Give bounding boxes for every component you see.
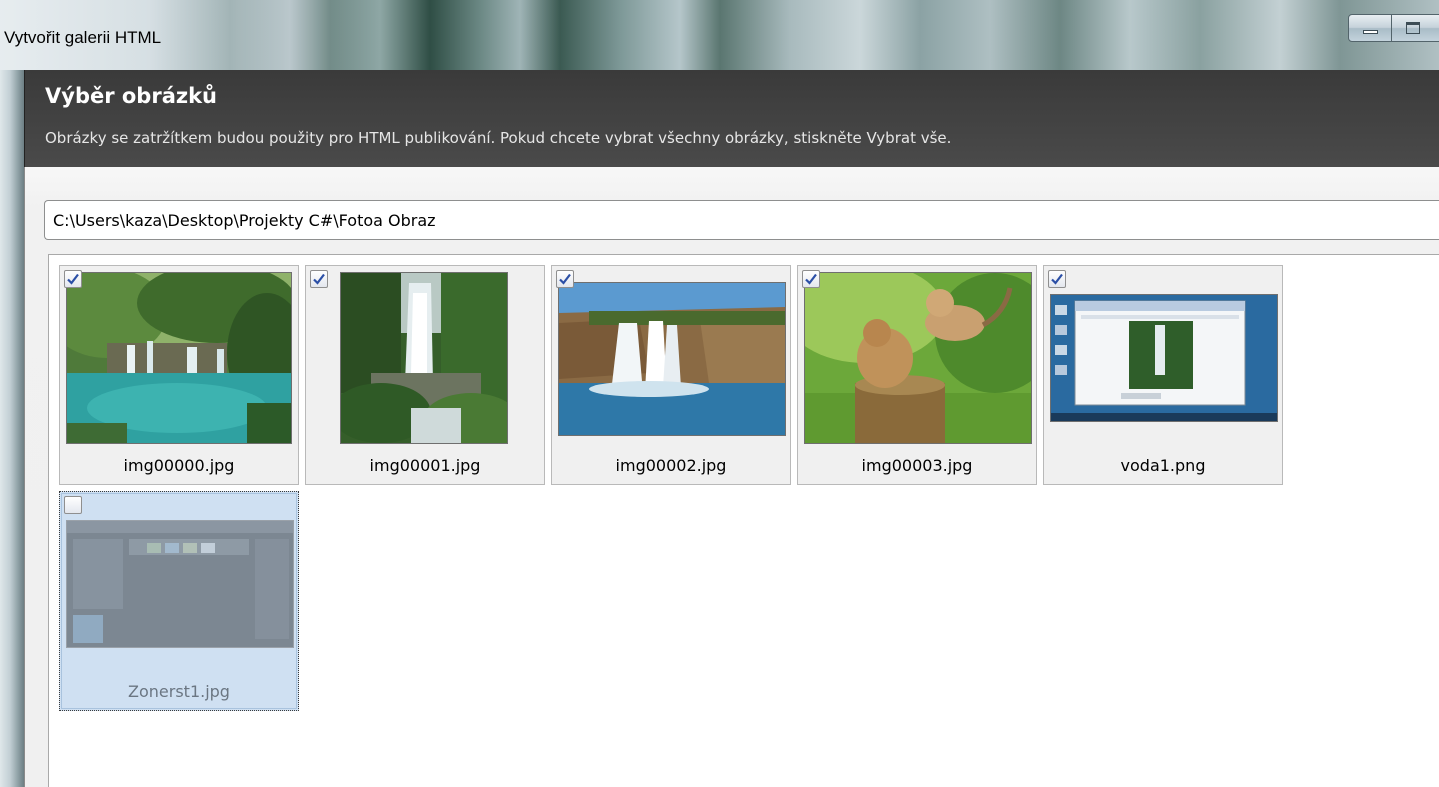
item-filename: img00003.jpg: [861, 456, 973, 475]
kittens-image: [805, 273, 1031, 443]
page-description: Obrázky se zatržítkem budou použity pro …: [45, 129, 952, 147]
item-filename: img00002.jpg: [615, 456, 727, 475]
page-title: Výběr obrázků: [45, 84, 218, 108]
thumbnail-image: [1050, 294, 1278, 422]
folder-path-field[interactable]: C:\Users\kaza\Desktop\Projekty C#\Fotoa …: [44, 200, 1439, 240]
thumbnail-image: [804, 272, 1032, 444]
item-filename: voda1.png: [1120, 456, 1206, 475]
gallery-item[interactable]: voda1.png: [1043, 265, 1283, 485]
window-title-bar[interactable]: Vytvořit galerii HTML: [0, 0, 1439, 71]
gallery-item[interactable]: img00001.jpg: [305, 265, 545, 485]
item-filename: Zonerst1.jpg: [128, 682, 230, 701]
maximize-icon: [1406, 22, 1420, 34]
item-checkbox[interactable]: [310, 270, 328, 288]
thumbnail-image: [558, 282, 786, 436]
checkmark-icon: [805, 273, 817, 285]
item-filename: img00001.jpg: [369, 456, 481, 475]
gallery-item[interactable]: Zonerst1.jpg: [59, 491, 299, 711]
item-checkbox[interactable]: [64, 496, 82, 514]
waterfall-lake-image: [67, 273, 291, 443]
window-title: Vytvořit galerii HTML: [4, 28, 162, 47]
item-checkbox[interactable]: [556, 270, 574, 288]
window-controls: [1348, 14, 1439, 44]
thumbnail-image: [66, 272, 292, 444]
checkmark-icon: [313, 273, 325, 285]
item-filename: img00000.jpg: [123, 456, 235, 475]
checkmark-icon: [559, 273, 571, 285]
item-checkbox[interactable]: [1048, 270, 1066, 288]
gallery-item[interactable]: img00002.jpg: [551, 265, 791, 485]
wizard-header: Výběr obrázků Obrázky se zatržítkem budo…: [24, 70, 1439, 167]
app-screenshot-image: [67, 521, 293, 647]
item-checkbox[interactable]: [64, 270, 82, 288]
checkmark-icon: [1051, 273, 1063, 285]
item-checkbox[interactable]: [802, 270, 820, 288]
gallery-item[interactable]: img00003.jpg: [797, 265, 1037, 485]
window-left-frame: [0, 70, 24, 787]
waterfall-cliff-image: [559, 283, 785, 435]
maximize-button[interactable]: [1392, 14, 1439, 42]
thumbnail-image: [340, 272, 508, 444]
gallery-item[interactable]: img00000.jpg: [59, 265, 299, 485]
folder-path-text: C:\Users\kaza\Desktop\Projekty C#\Fotoa …: [53, 211, 436, 230]
image-gallery[interactable]: img00000.jpg img00001.jpg img00002.jpg i…: [48, 254, 1439, 787]
minimize-button[interactable]: [1348, 14, 1392, 42]
minimize-icon: [1363, 30, 1378, 34]
waterfall-forest-image: [341, 273, 507, 443]
checkmark-icon: [67, 273, 79, 285]
desktop-screenshot-image: [1051, 295, 1277, 421]
thumbnail-image: [66, 520, 294, 648]
